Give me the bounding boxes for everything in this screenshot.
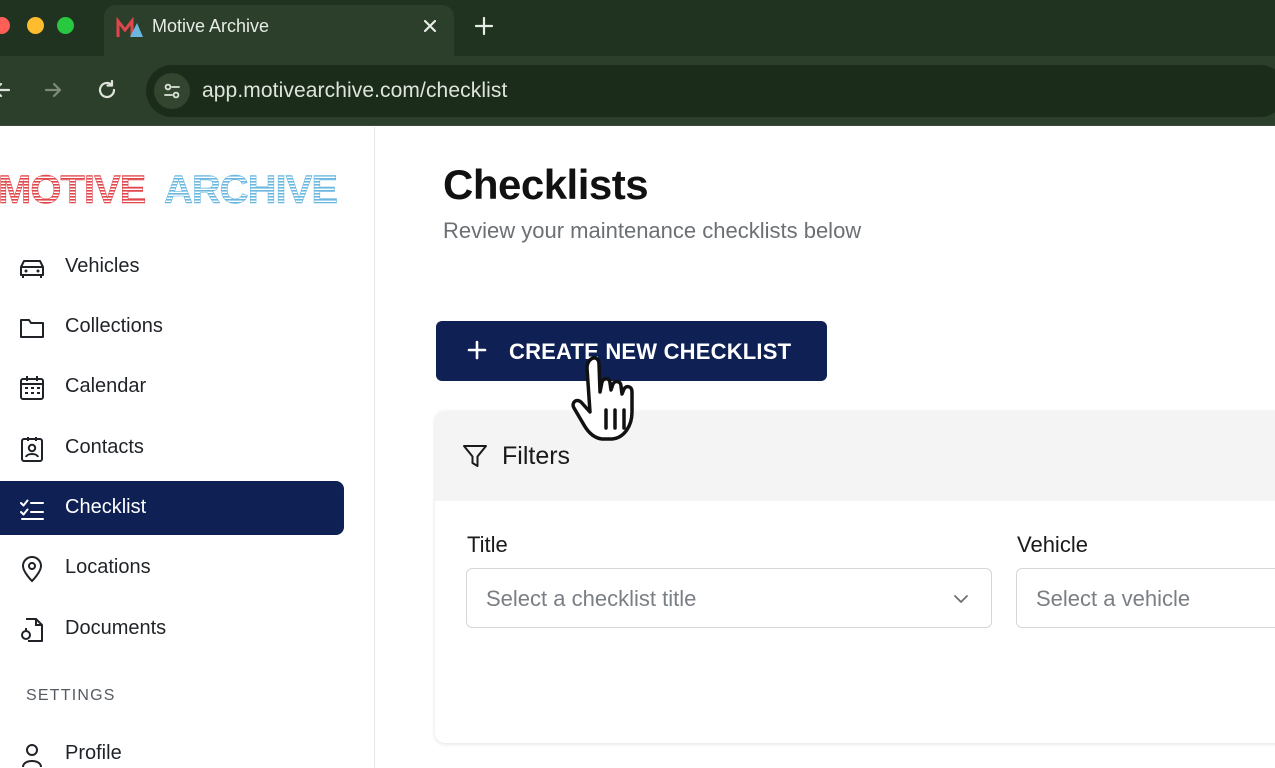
vehicle-filter-label: Vehicle [1017, 532, 1088, 557]
checklist-icon [20, 499, 44, 520]
filters-panel: Filters Title Select a checklist title V… [435, 411, 1275, 743]
favicon-icon [116, 17, 143, 37]
address-bar[interactable]: app.motivearchive.com/checklist [146, 65, 1275, 117]
sidebar-item-label: Profile [65, 742, 122, 764]
svg-text:ARCHIVE: ARCHIVE [164, 168, 337, 211]
sidebar-item-vehicles[interactable]: Vehicles [0, 240, 344, 294]
sidebar-item-calendar[interactable]: Calendar [0, 360, 344, 414]
sidebar-item-checklist[interactable]: Checklist [0, 481, 344, 535]
select-placeholder: Select a checklist title [486, 586, 697, 611]
sidebar: MOTIVE ARCHIVE Vehicles Collections Cale… [0, 127, 375, 768]
close-tab-icon[interactable] [420, 16, 440, 36]
new-tab-icon[interactable] [472, 14, 496, 38]
browser-toolbar: app.motivearchive.com/checklist [0, 56, 1275, 126]
checklist-title-select[interactable]: Select a checklist title [466, 568, 992, 628]
main-content: Checklists Review your maintenance check… [376, 127, 1275, 768]
filter-funnel-icon [463, 445, 487, 467]
create-new-checklist-button[interactable]: CREATE NEW CHECKLIST [436, 321, 827, 381]
sidebar-item-documents[interactable]: Documents [0, 602, 344, 656]
motive-archive-logo[interactable]: MOTIVE ARCHIVE [0, 163, 343, 211]
settings-section-label: SETTINGS [26, 687, 116, 704]
sidebar-item-label: Locations [65, 556, 151, 578]
plus-icon [467, 340, 487, 360]
sidebar-item-profile[interactable]: Profile [0, 727, 344, 768]
sidebar-item-label: Collections [65, 315, 163, 337]
svg-text:MOTIVE: MOTIVE [0, 168, 146, 211]
select-placeholder: Select a vehicle [1036, 586, 1191, 611]
calendar-icon [20, 376, 44, 400]
map-pin-icon [21, 556, 43, 583]
sidebar-item-label: Vehicles [65, 255, 140, 277]
filters-header[interactable]: Filters [435, 411, 1275, 501]
folder-icon [20, 319, 44, 338]
browser-tab[interactable]: Motive Archive [104, 5, 454, 56]
back-arrow-icon[interactable] [0, 78, 14, 102]
sidebar-item-label: Documents [65, 617, 167, 639]
browser-tab-bar: Motive Archive [0, 0, 1275, 56]
contact-card-icon [21, 437, 43, 462]
page-title: Checklists [443, 161, 649, 208]
create-button-label: CREATE NEW CHECKLIST [509, 339, 792, 364]
document-icon [21, 618, 43, 642]
window-minimize-button[interactable] [27, 17, 44, 34]
forward-arrow-icon[interactable] [41, 78, 65, 102]
url-text[interactable]: app.motivearchive.com/checklist [202, 79, 507, 103]
page-subtitle: Review your maintenance checklists below [443, 218, 862, 243]
filters-heading: Filters [502, 442, 571, 470]
vehicle-select[interactable]: Select a vehicle [1016, 568, 1275, 628]
window-maximize-button[interactable] [57, 17, 74, 34]
reload-icon[interactable] [95, 78, 119, 102]
sidebar-item-collections[interactable]: Collections [0, 300, 344, 354]
tune-icon [164, 83, 180, 99]
sidebar-item-label: Checklist [65, 496, 147, 518]
chevron-down-icon [954, 595, 968, 603]
sidebar-item-contacts[interactable]: Contacts [0, 421, 344, 475]
sidebar-item-label: Calendar [65, 375, 147, 397]
title-filter-label: Title [467, 532, 508, 557]
site-settings-button[interactable] [154, 73, 190, 109]
tab-title: Motive Archive [152, 16, 270, 36]
window-close-button[interactable] [0, 17, 10, 34]
sidebar-item-locations[interactable]: Locations [0, 541, 344, 595]
user-icon [22, 744, 42, 768]
sidebar-item-label: Contacts [65, 436, 144, 458]
car-icon [20, 260, 44, 278]
